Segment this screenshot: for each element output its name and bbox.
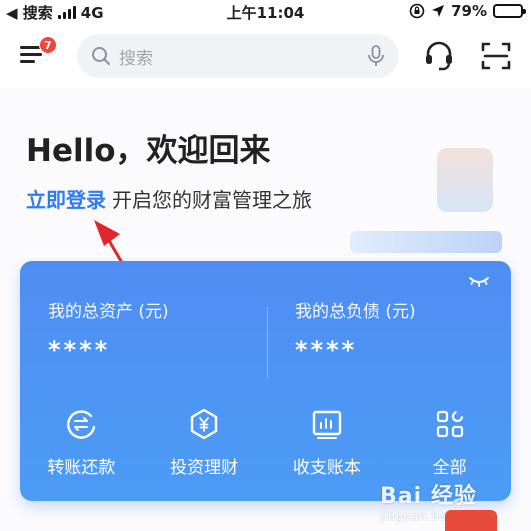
total-assets-value: **** bbox=[48, 336, 111, 364]
scan-icon[interactable] bbox=[478, 38, 514, 74]
quick-actions: 转账还款 投资理财 收支账本 全部 bbox=[20, 407, 511, 478]
greeting-title: Hello，欢迎回来 bbox=[26, 133, 271, 169]
menu-icon-line bbox=[20, 60, 35, 63]
menu-badge: 7 bbox=[39, 36, 57, 54]
search-icon bbox=[92, 47, 110, 65]
total-assets-label: 我的总资产 (元) bbox=[48, 302, 169, 322]
hide-eye-icon[interactable] bbox=[467, 273, 491, 289]
asset-card: 我的总资产 (元) **** 我的总负债 (元) **** 转账还款 投资理财 bbox=[20, 261, 511, 501]
app-header: 7 搜索 bbox=[0, 24, 531, 88]
location-icon bbox=[432, 5, 445, 17]
status-left: ◀ 搜索 4G bbox=[6, 2, 104, 23]
total-liabilities-value: **** bbox=[295, 336, 358, 364]
status-bar: ◀ 搜索 4G 上午11:04 79% bbox=[0, 0, 531, 24]
ledger-icon bbox=[312, 410, 342, 439]
action-ledger[interactable]: 收支账本 bbox=[266, 407, 389, 478]
action-transfer[interactable]: 转账还款 bbox=[20, 407, 143, 478]
action-label: 投资理财 bbox=[170, 458, 239, 478]
action-label: 全部 bbox=[432, 458, 467, 478]
all-grid-icon bbox=[436, 410, 463, 438]
search-input[interactable]: 搜索 bbox=[119, 44, 367, 69]
total-liabilities[interactable]: 我的总负债 (元) **** bbox=[295, 297, 416, 364]
microphone-icon[interactable] bbox=[367, 45, 385, 67]
investment-icon bbox=[190, 408, 218, 440]
watermark-text: Bai 经验 bbox=[380, 484, 477, 509]
menu-icon-line bbox=[20, 53, 42, 56]
customer-service-icon[interactable] bbox=[421, 38, 457, 74]
promo-tag[interactable] bbox=[350, 231, 502, 253]
back-to-search[interactable]: ◀ 搜索 bbox=[6, 2, 53, 23]
total-liabilities-label: 我的总负债 (元) bbox=[295, 302, 416, 322]
transfer-icon bbox=[67, 410, 96, 439]
avatar[interactable] bbox=[437, 148, 493, 212]
search-bar[interactable]: 搜索 bbox=[77, 34, 399, 78]
login-prompt: 立即登录 开启您的财富管理之旅 bbox=[26, 184, 312, 213]
status-right: 79% bbox=[409, 2, 526, 20]
signal-icon bbox=[57, 6, 76, 19]
bottom-promo-chip[interactable] bbox=[445, 510, 497, 531]
total-assets[interactable]: 我的总资产 (元) **** bbox=[48, 297, 169, 364]
orientation-lock-icon bbox=[409, 3, 425, 19]
battery-icon bbox=[493, 4, 526, 18]
action-investment[interactable]: 投资理财 bbox=[143, 407, 266, 478]
status-time: 上午11:04 bbox=[226, 4, 305, 22]
action-label: 转账还款 bbox=[47, 458, 116, 478]
login-link[interactable]: 立即登录 bbox=[26, 188, 106, 212]
network-type: 4G bbox=[80, 3, 104, 22]
asset-divider bbox=[267, 307, 268, 379]
action-all[interactable]: 全部 bbox=[388, 407, 511, 478]
action-label: 收支账本 bbox=[292, 458, 361, 478]
login-tagline: 开启您的财富管理之旅 bbox=[112, 188, 312, 212]
battery-percent: 79% bbox=[451, 2, 487, 20]
